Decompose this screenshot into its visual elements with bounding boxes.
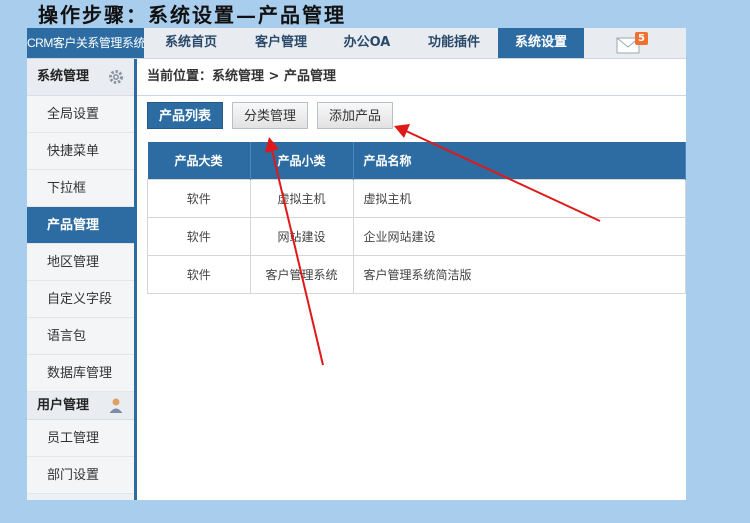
nav-customers[interactable]: 客户管理 bbox=[238, 28, 324, 58]
column-header: 产品名称 bbox=[353, 142, 686, 180]
mail-count-badge: 5 bbox=[635, 32, 648, 45]
user-icon bbox=[109, 398, 123, 413]
breadcrumb: 当前位置：系统管理 > 产品管理 bbox=[137, 59, 686, 96]
nav-home[interactable]: 系统首页 bbox=[144, 28, 238, 58]
sidebar-item-dropdown[interactable]: 下拉框 bbox=[27, 170, 134, 207]
sidebar-item-language-pack[interactable]: 语言包 bbox=[27, 318, 134, 355]
table-cell: 软件 bbox=[147, 179, 251, 218]
page-title: 操作步骤：系统设置—产品管理 bbox=[38, 3, 346, 27]
add-product-button[interactable]: 添加产品 bbox=[317, 102, 394, 129]
brand-logo: CRM客户关系管理系统 bbox=[27, 28, 144, 58]
table-header-row: 产品大类 产品小类 产品名称 bbox=[147, 142, 686, 180]
table-row[interactable]: 软件 虚拟主机 虚拟主机 bbox=[147, 179, 686, 218]
sidebar-item-custom-fields[interactable]: 自定义字段 bbox=[27, 281, 134, 318]
table-row[interactable]: 软件 网站建设 企业网站建设 bbox=[147, 217, 686, 256]
table-cell: 客户管理系统 bbox=[249, 255, 354, 294]
table-row[interactable]: 软件 客户管理系统 客户管理系统简洁版 bbox=[147, 255, 686, 294]
column-header: 产品小类 bbox=[250, 142, 354, 180]
sidebar-item-staff-management[interactable]: 员工管理 bbox=[27, 420, 134, 457]
table-cell: 客户管理系统简洁版 bbox=[352, 255, 686, 294]
product-list-button[interactable]: 产品列表 bbox=[147, 102, 224, 129]
sidebar-item-department-settings[interactable]: 部门设置 bbox=[27, 457, 134, 494]
table-cell: 企业网站建设 bbox=[352, 217, 686, 256]
sidebar-group-label: 系统管理 bbox=[37, 69, 90, 84]
main-nav: 系统首页 客户管理 办公OA 功能插件 系统设置 bbox=[144, 28, 584, 58]
mail-button[interactable]: 5 bbox=[616, 32, 648, 54]
table-cell: 虚拟主机 bbox=[249, 179, 354, 218]
nav-system-settings[interactable]: 系统设置 bbox=[498, 28, 584, 58]
top-nav-bar: CRM客户关系管理系统 系统首页 客户管理 办公OA 功能插件 系统设置 5 bbox=[27, 28, 686, 59]
table-cell: 软件 bbox=[147, 217, 251, 256]
table-cell: 网站建设 bbox=[249, 217, 354, 256]
nav-office-oa[interactable]: 办公OA bbox=[324, 28, 410, 58]
gear-icon bbox=[109, 70, 123, 84]
sidebar-item-region-management[interactable]: 地区管理 bbox=[27, 244, 134, 281]
sidebar-item-global-settings[interactable]: 全局设置 bbox=[27, 96, 134, 133]
table-cell: 虚拟主机 bbox=[352, 179, 686, 218]
main-content: 当前位置：系统管理 > 产品管理 产品列表 分类管理 添加产品 产品大类 产品小… bbox=[137, 59, 686, 500]
sidebar-group-users[interactable]: 用户管理 bbox=[27, 392, 134, 420]
sidebar-item-shortcut-menu[interactable]: 快捷菜单 bbox=[27, 133, 134, 170]
category-management-button[interactable]: 分类管理 bbox=[232, 102, 309, 129]
crm-window: CRM客户关系管理系统 系统首页 客户管理 办公OA 功能插件 系统设置 5 系… bbox=[27, 28, 686, 500]
nav-plugins[interactable]: 功能插件 bbox=[410, 28, 498, 58]
sidebar-group-system[interactable]: 系统管理 bbox=[27, 59, 134, 96]
product-table: 产品大类 产品小类 产品名称 软件 虚拟主机 虚拟主机 软件 网站建设 企业网站… bbox=[147, 142, 686, 294]
sidebar-item-database-management[interactable]: 数据库管理 bbox=[27, 355, 134, 392]
column-header: 产品大类 bbox=[147, 142, 251, 180]
sidebar-item-product-management[interactable]: 产品管理 bbox=[27, 207, 134, 244]
sidebar-group-label: 用户管理 bbox=[37, 398, 90, 413]
sidebar: 系统管理 全局设置 快捷菜单 下拉框 产品管理 地区管理 自定义字段 语言包 数… bbox=[27, 59, 137, 500]
table-cell: 软件 bbox=[147, 255, 251, 294]
